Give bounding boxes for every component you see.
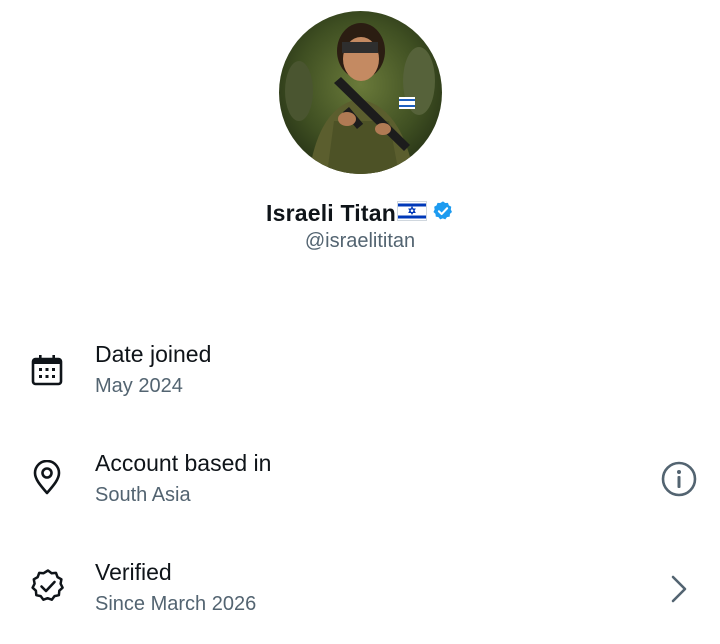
- verified-row[interactable]: Verified Since March 2026: [0, 554, 720, 644]
- verified-check-icon: [30, 568, 66, 609]
- display-name: Israeli Titan: [265, 200, 396, 226]
- profile-avatar[interactable]: [279, 11, 442, 174]
- avatar-image: [279, 11, 442, 174]
- account-location-value: South Asia: [95, 484, 191, 506]
- info-icon[interactable]: [661, 461, 697, 502]
- profile-name-row: Israeli Titan: [0, 200, 720, 227]
- account-location-label: Account based in: [95, 450, 272, 476]
- verified-label: Verified: [95, 559, 172, 585]
- date-joined-label: Date joined: [95, 341, 212, 367]
- account-location-row: Account based in South Asia: [0, 445, 720, 535]
- verified-value: Since March 2026: [95, 593, 257, 615]
- date-joined-row: Date joined May 2024: [0, 336, 720, 426]
- verified-badge-icon[interactable]: [432, 200, 454, 227]
- chevron-right-icon[interactable]: [668, 574, 690, 609]
- profile-handle: @israelititan: [304, 230, 416, 252]
- location-pin-icon: [30, 459, 64, 501]
- israel-flag-icon: [397, 201, 427, 226]
- date-joined-value: May 2024: [95, 375, 183, 397]
- calendar-icon: [30, 353, 64, 392]
